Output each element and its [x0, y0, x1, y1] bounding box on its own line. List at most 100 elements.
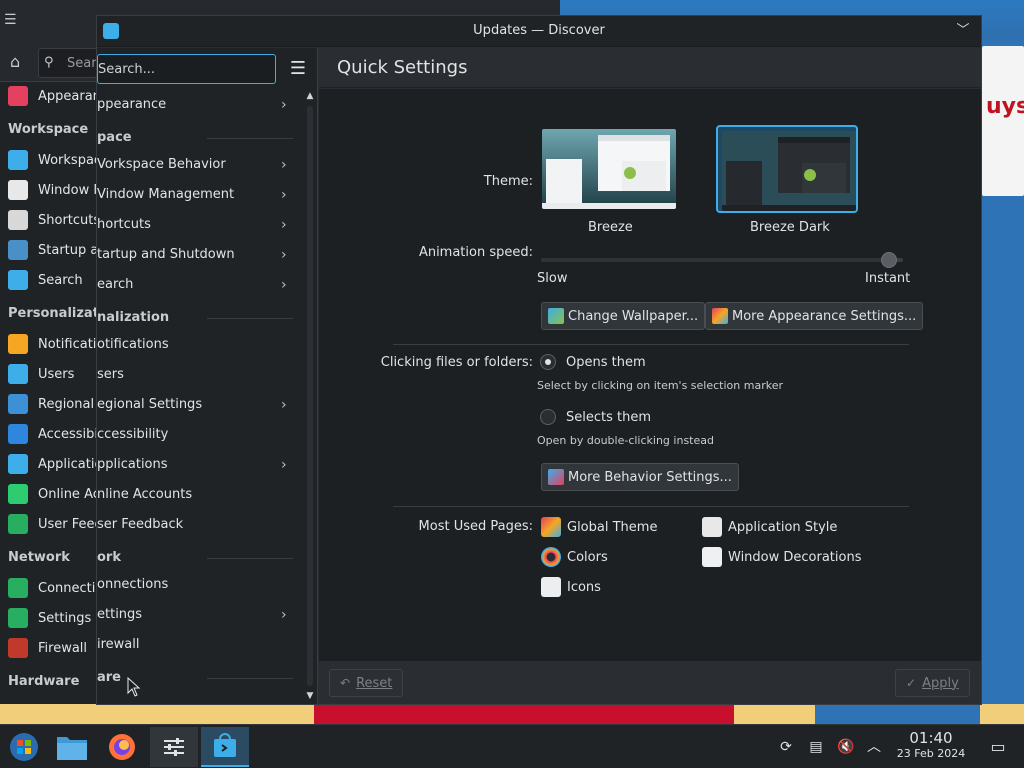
scroll-down-icon[interactable]: ▼ — [304, 690, 316, 702]
chevron-right-icon: › — [281, 397, 287, 413]
clipboard-icon[interactable]: ▤ — [806, 737, 826, 757]
sidebar-item[interactable]: Regional — [0, 390, 100, 418]
menu-item[interactable]: tartup and Shutdown › — [97, 240, 297, 270]
colors-link[interactable]: Colors — [541, 546, 608, 568]
menu-item[interactable]: pplications › — [97, 450, 297, 480]
window-decorations-label: Window Decorations — [728, 549, 862, 565]
globe-icon — [8, 578, 28, 598]
sidebar-item[interactable]: Search — [0, 266, 100, 294]
search-input[interactable] — [98, 55, 275, 83]
scroll-up-icon[interactable]: ▲ — [304, 90, 316, 102]
sidebar-item[interactable]: User Feed — [0, 510, 100, 538]
divider — [393, 506, 909, 507]
global-theme-icon — [541, 517, 561, 537]
quick-settings-pane: Quick Settings Theme: Breeze Breeze Dark… — [319, 48, 981, 704]
apply-button[interactable]: ✓ Apply — [895, 669, 970, 697]
appearance-icon — [712, 308, 728, 324]
sidebar-item[interactable]: Users — [0, 360, 100, 388]
show-desktop-icon[interactable]: ▭ — [988, 737, 1008, 757]
sidebar-item[interactable]: Shortcuts — [0, 206, 100, 234]
search-field[interactable] — [97, 54, 276, 84]
sidebar-item[interactable]: Applicatio — [0, 450, 100, 478]
discover-window: Updates — Discover ﹀ ☰ ppearance › pace Vor… — [96, 15, 982, 705]
volume-muted-icon[interactable]: 🔇 — [836, 737, 856, 757]
sidebar-item[interactable]: Accessibili — [0, 420, 100, 448]
more-behavior-settings-button[interactable]: More Behavior Settings... — [541, 463, 739, 491]
discover-taskbar-button[interactable] — [201, 727, 249, 767]
menu-section-divider — [207, 678, 293, 679]
sidebar-item[interactable]: Startup a — [0, 236, 100, 264]
window-decorations-link[interactable]: Window Decorations — [702, 546, 862, 568]
sidebar-item-label: Settings — [38, 610, 92, 626]
maximize-button[interactable] — [975, 21, 995, 41]
minimize-button[interactable]: ﹀ — [953, 21, 973, 41]
menu-item[interactable]: otifications — [97, 330, 297, 360]
animation-min-label: Slow — [537, 271, 568, 286]
sidebar-item-label: Startup a — [38, 242, 99, 258]
application-style-link[interactable]: Application Style — [702, 516, 837, 538]
global-theme-link[interactable]: Global Theme — [541, 516, 657, 538]
window-title: Updates — Discover — [473, 23, 605, 38]
sidebar-item[interactable]: Appearan — [0, 82, 100, 110]
sidebar-item[interactable]: Window M — [0, 176, 100, 204]
update-notifier-icon[interactable]: ⟳ — [776, 737, 796, 757]
menu-item[interactable]: ccessibility — [97, 420, 297, 450]
change-wallpaper-button[interactable]: Change Wallpaper... — [541, 302, 706, 330]
menu-item[interactable]: Vindow Management › — [97, 180, 297, 210]
application-style-label: Application Style — [728, 519, 838, 535]
discover-icon — [214, 733, 236, 757]
selects-them-radio[interactable] — [540, 409, 556, 425]
sidebar-item-label: Applicatio — [38, 456, 100, 472]
dialog-footer: ↶ Reset ✓ Apply — [319, 661, 981, 704]
menu-item[interactable]: ppearance › — [97, 90, 297, 120]
keyboard-icon — [8, 210, 28, 230]
more-appearance-settings-button[interactable]: More Appearance Settings... — [705, 302, 924, 330]
file-manager-button[interactable] — [48, 727, 96, 767]
sidebar-item[interactable]: Online Ac — [0, 480, 100, 508]
page-title: Quick Settings — [337, 57, 468, 78]
menu-item[interactable]: ettings › — [97, 600, 297, 630]
sidebar-item-label: Workspac — [38, 152, 100, 168]
menu-item[interactable]: sers — [97, 360, 297, 390]
scrollbar-track[interactable] — [307, 106, 313, 686]
theme-card-breeze-dark[interactable] — [716, 125, 858, 213]
slider-handle[interactable] — [881, 252, 897, 268]
menu-item[interactable]: hortcuts › — [97, 210, 297, 240]
animation-speed-slider[interactable] — [541, 252, 903, 268]
sidebar-item[interactable]: Firewall — [0, 634, 100, 662]
home-icon[interactable]: ⌂ — [10, 52, 30, 72]
colors-label: Colors — [567, 549, 608, 565]
reset-button[interactable]: ↶ Reset — [329, 669, 404, 697]
menu-item-label: hortcuts — [97, 217, 151, 232]
system-settings-taskbar-button[interactable] — [150, 727, 198, 767]
opens-them-label[interactable]: Opens them — [566, 355, 646, 370]
menu-item[interactable]: nline Accounts — [97, 480, 297, 510]
hamburger-menu-icon[interactable]: ☰ — [287, 58, 309, 80]
menu-item[interactable]: onnections — [97, 570, 297, 600]
sidebar-item[interactable]: Settings — [0, 604, 100, 632]
sidebar-item[interactable]: Connectio — [0, 574, 100, 602]
menu-scrollbar[interactable]: ▲ ▼ — [304, 90, 316, 704]
menu-item[interactable]: ser Feedback — [97, 510, 297, 540]
menu-item[interactable]: irewall — [97, 630, 297, 660]
menu-item[interactable]: egional Settings › — [97, 390, 297, 420]
show-hidden-icons-icon[interactable]: ︿ — [864, 737, 884, 757]
sidebar-item[interactable]: Notificatio — [0, 330, 100, 358]
menu-item-label: pplications — [97, 457, 168, 472]
clock-time: 01:40 — [909, 729, 953, 747]
chevron-right-icon: › — [281, 247, 287, 263]
opens-them-radio[interactable] — [540, 354, 556, 370]
settings-search-input[interactable]: ⚲ Sear — [38, 48, 98, 78]
icons-link[interactable]: Icons — [541, 576, 601, 598]
menu-item[interactable]: earch › — [97, 270, 297, 300]
theme-card-breeze[interactable] — [538, 125, 680, 213]
firefox-button[interactable] — [98, 727, 146, 767]
menu-item[interactable]: Vorkspace Behavior › — [97, 150, 297, 180]
digital-clock[interactable]: 01:40 23 Feb 2024 — [886, 729, 976, 761]
selects-them-label[interactable]: Selects them — [566, 410, 651, 425]
application-launcher-button[interactable] — [0, 727, 48, 767]
menu-item-label: Vindow Management — [97, 187, 235, 202]
firewall-icon — [8, 638, 28, 658]
sidebar-item[interactable]: Workspac — [0, 146, 100, 174]
theme-label: Theme: — [483, 174, 533, 189]
